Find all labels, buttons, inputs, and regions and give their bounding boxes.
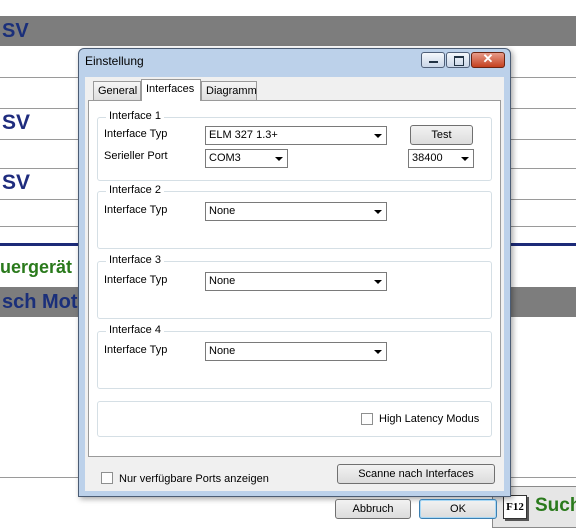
close-button[interactable]: ✕ bbox=[471, 51, 505, 68]
options-group: High Latency Modus bbox=[97, 401, 492, 437]
chevron-down-icon bbox=[374, 210, 382, 214]
serial-port-select[interactable]: COM3 bbox=[205, 149, 288, 168]
interface1-typ-select[interactable]: ELM 327 1.3+ bbox=[205, 126, 387, 145]
f12-key-icon: F12 bbox=[503, 495, 527, 519]
group-title: Interface 2 bbox=[106, 184, 164, 196]
test-button[interactable]: Test bbox=[410, 125, 473, 145]
dialog-title: Einstellung bbox=[85, 54, 144, 68]
interface3-typ-select[interactable]: None bbox=[205, 272, 387, 291]
settings-dialog: Einstellung ✕ General Interfaces Diagram… bbox=[78, 48, 511, 519]
chevron-down-icon bbox=[374, 350, 382, 354]
interface-typ-label: Interface Typ bbox=[104, 274, 168, 286]
interface4-typ-select[interactable]: None bbox=[205, 342, 387, 361]
interface3-group: Interface 3 Interface Typ None bbox=[97, 254, 492, 319]
dialog-titlebar[interactable]: Einstellung ✕ bbox=[79, 49, 510, 73]
tab-general[interactable]: General bbox=[93, 81, 141, 100]
interface2-typ-value: None bbox=[209, 205, 236, 217]
group-title: Interface 3 bbox=[106, 254, 164, 266]
interface1-group: Interface 1 Interface Typ ELM 327 1.3+ T… bbox=[97, 110, 492, 181]
available-ports-checkbox[interactable] bbox=[101, 472, 113, 484]
serial-port-value: COM3 bbox=[209, 152, 241, 164]
baud-rate-value: 38400 bbox=[412, 152, 443, 164]
list-row-text: SV bbox=[2, 171, 31, 194]
high-latency-checkbox[interactable] bbox=[361, 413, 373, 425]
group-title: Interface 4 bbox=[106, 324, 164, 336]
minimize-button[interactable] bbox=[421, 52, 445, 68]
section-header-text: sch Mot bbox=[2, 291, 78, 313]
high-latency-label[interactable]: High Latency Modus bbox=[379, 413, 479, 425]
baud-rate-select[interactable]: 38400 bbox=[408, 149, 474, 168]
section-label: uergerät bbox=[0, 257, 73, 277]
chevron-down-icon bbox=[275, 157, 283, 161]
dialog-client: General Interfaces Diagramm Interface 1 … bbox=[85, 77, 504, 519]
cancel-button[interactable]: Abbruch bbox=[335, 499, 411, 519]
list-row-text: SV bbox=[2, 111, 31, 134]
available-ports-label[interactable]: Nur verfügbare Ports anzeigen bbox=[119, 473, 269, 485]
chevron-down-icon bbox=[374, 280, 382, 284]
scan-interfaces-button[interactable]: Scanne nach Interfaces bbox=[337, 464, 495, 484]
interface2-typ-select[interactable]: None bbox=[205, 202, 387, 221]
interface-typ-label: Interface Typ bbox=[104, 204, 168, 216]
search-label: Such bbox=[535, 495, 576, 516]
interface4-typ-value: None bbox=[209, 345, 236, 357]
serial-port-label: Serieller Port bbox=[104, 150, 168, 162]
tab-diagramm[interactable]: Diagramm bbox=[201, 81, 257, 100]
interface2-group: Interface 2 Interface Typ None bbox=[97, 184, 492, 249]
interfaces-panel: Interface 1 Interface Typ ELM 327 1.3+ T… bbox=[88, 100, 501, 457]
minimize-icon bbox=[429, 61, 438, 63]
chevron-down-icon bbox=[374, 134, 382, 138]
close-icon: ✕ bbox=[482, 51, 494, 66]
ok-button[interactable]: OK bbox=[419, 499, 497, 519]
group-title: Interface 1 bbox=[106, 110, 164, 122]
header-bar-text: SV bbox=[2, 20, 29, 42]
chevron-down-icon bbox=[461, 157, 469, 161]
tab-interfaces[interactable]: Interfaces bbox=[141, 79, 201, 101]
header-bar: SV bbox=[0, 16, 576, 46]
maximize-icon bbox=[454, 56, 464, 66]
interface-typ-label: Interface Typ bbox=[104, 128, 168, 140]
interface3-typ-value: None bbox=[209, 275, 236, 287]
interface1-typ-value: ELM 327 1.3+ bbox=[209, 129, 278, 141]
interface4-group: Interface 4 Interface Typ None bbox=[97, 324, 492, 389]
maximize-button[interactable] bbox=[446, 52, 470, 68]
interface-typ-label: Interface Typ bbox=[104, 344, 168, 356]
